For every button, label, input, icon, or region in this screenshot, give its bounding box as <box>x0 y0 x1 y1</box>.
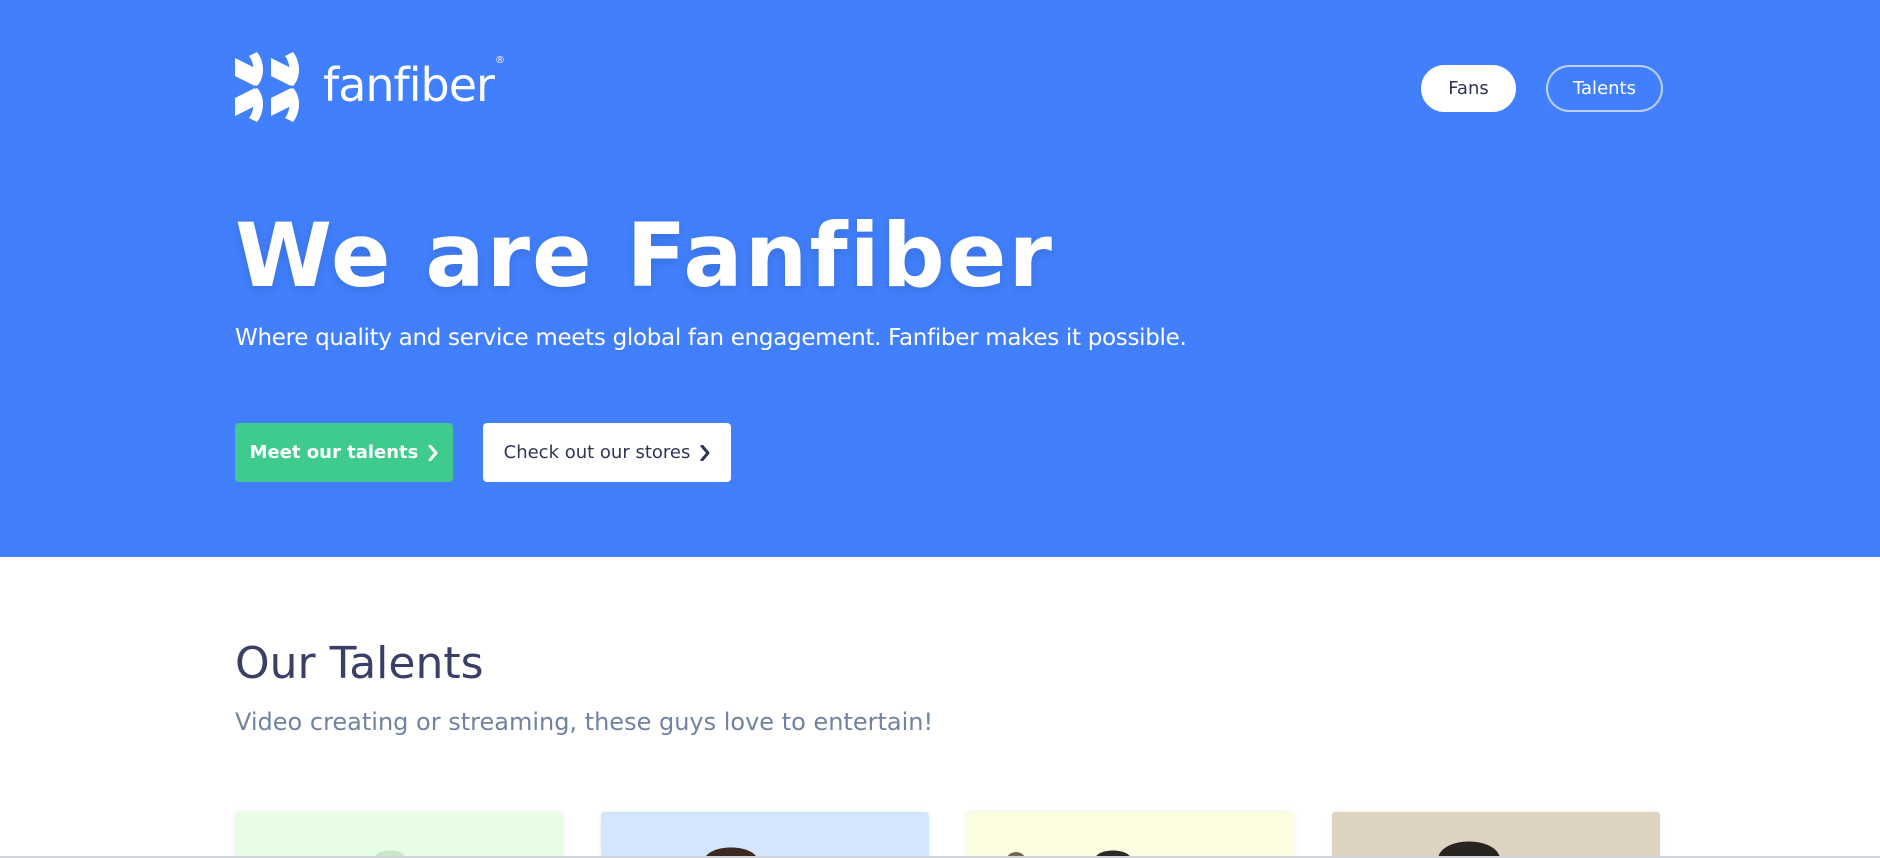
meet-talents-label: Meet our talents <box>249 442 419 463</box>
talents-section-subtitle: Video creating or streaming, these guys … <box>235 708 934 736</box>
check-stores-button[interactable]: Check out our stores <box>483 423 731 482</box>
hero-title: We are Fanfiber <box>235 204 1054 307</box>
brand-name: fanfiber ® <box>323 56 505 109</box>
top-nav: Fans Talents <box>1421 65 1663 112</box>
hero-cta-group: Meet our talents Check out our stores <box>235 423 1663 482</box>
talent-card[interactable] <box>235 812 563 858</box>
talent-card-grid <box>235 812 1660 858</box>
hero-subtitle: Where quality and service meets global f… <box>235 325 1187 351</box>
talents-section-title: Our Talents <box>235 638 484 689</box>
talent-photo <box>1332 812 1660 858</box>
fanfiber-logo[interactable]: fanfiber ® <box>235 52 505 122</box>
talent-card[interactable] <box>600 812 929 858</box>
site-header: fanfiber ® Fans Talents <box>235 52 1663 122</box>
nav-talents-button[interactable]: Talents <box>1546 65 1663 112</box>
registered-mark: ® <box>494 55 505 66</box>
hero-section: fanfiber ® Fans Talents We are Fanfiber … <box>0 0 1880 557</box>
fanfiber-logo-icon <box>235 52 299 122</box>
talent-card[interactable] <box>1332 812 1660 858</box>
chevron-right-icon <box>428 444 438 461</box>
check-stores-label: Check out our stores <box>503 442 691 463</box>
chevron-right-icon <box>700 444 710 461</box>
talent-photo <box>600 812 929 858</box>
talent-card[interactable] <box>966 812 1295 858</box>
meet-talents-button[interactable]: Meet our talents <box>235 423 453 482</box>
nav-fans-button[interactable]: Fans <box>1421 65 1516 112</box>
talent-photo <box>966 812 1295 858</box>
talent-photo <box>235 812 563 858</box>
brand-name-text: fanfiber <box>323 58 495 112</box>
